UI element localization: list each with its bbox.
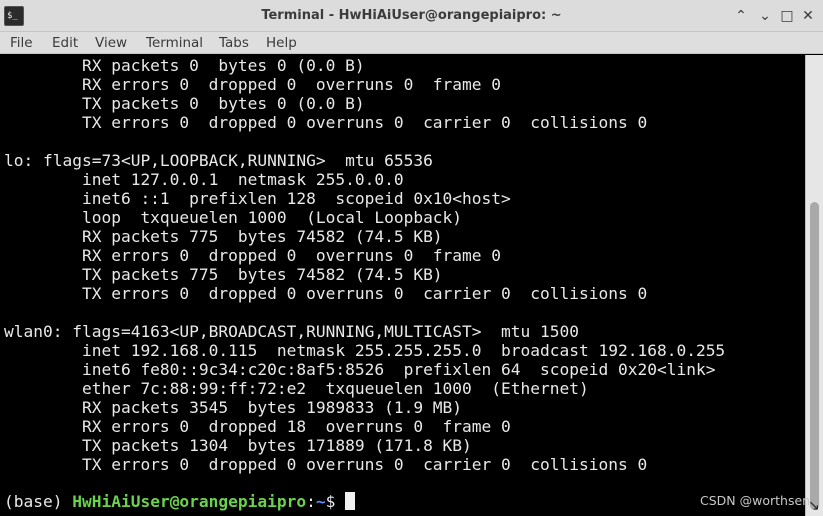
watermark: CSDN @worthsen (700, 493, 811, 508)
window-title: Terminal - HwHiAiUser@orangepiaipro: ~ (261, 8, 562, 23)
shell-prompt[interactable]: (base) HwHiAiUser@orangepiaipro:~$ (4, 492, 356, 511)
prompt-user-host: HwHiAiUser@orangepiaipro (72, 492, 307, 511)
menu-edit[interactable]: Edit (52, 34, 78, 52)
vertical-scrollbar[interactable] (805, 55, 823, 516)
prompt-symbol: $ (325, 492, 346, 511)
terminal-line: RX errors 0 dropped 0 overruns 0 frame 0 (4, 246, 502, 265)
menu-view[interactable]: View (95, 34, 127, 52)
terminal-line: TX errors 0 dropped 0 overruns 0 carrier… (4, 455, 648, 474)
terminal-line: TX packets 775 bytes 74582 (74.5 KB) (4, 265, 443, 284)
roll-up-icon[interactable]: ⌃ (732, 7, 750, 25)
menu-help[interactable]: Help (266, 34, 297, 52)
terminal-line: RX errors 0 dropped 18 overruns 0 frame … (4, 417, 511, 436)
minimize-icon[interactable]: ⌄ (756, 7, 774, 25)
terminal-line: lo: flags=73<UP,LOOPBACK,RUNNING> mtu 65… (4, 151, 433, 170)
resize-grip-icon[interactable]: ↘ (808, 498, 820, 514)
menu-tabs[interactable]: Tabs (219, 34, 249, 52)
terminal-line: TX errors 0 dropped 0 overruns 0 carrier… (4, 284, 648, 303)
terminal-line: RX packets 775 bytes 74582 (74.5 KB) (4, 227, 443, 246)
terminal-line: RX packets 3545 bytes 1989833 (1.9 MB) (4, 398, 463, 417)
close-icon[interactable]: ✕ (799, 7, 817, 25)
terminal-line: inet6 fe80::9c34:c20c:8af5:8526 prefixle… (4, 360, 716, 379)
title-bar: $_ Terminal - HwHiAiUser@orangepiaipro: … (0, 0, 823, 32)
terminal-line: RX packets 0 bytes 0 (0.0 B) (4, 56, 365, 75)
menu-bar: File Edit View Terminal Tabs Help (0, 32, 823, 54)
text-cursor (345, 492, 356, 510)
terminal-line: TX packets 1304 bytes 171889 (171.8 KB) (4, 436, 472, 455)
scrollbar-thumb[interactable] (810, 202, 819, 510)
terminal-output[interactable]: RX packets 0 bytes 0 (0.0 B) RX errors 0… (0, 55, 805, 516)
terminal-line: loop txqueuelen 1000 (Local Loopback) (4, 208, 463, 227)
terminal-line: inet 192.168.0.115 netmask 255.255.255.0… (4, 341, 726, 360)
terminal-line: wlan0: flags=4163<UP,BROADCAST,RUNNING,M… (4, 322, 579, 341)
terminal-line: TX packets 0 bytes 0 (0.0 B) (4, 94, 365, 113)
maximize-icon[interactable]: □ (778, 7, 796, 25)
terminal-line: inet6 ::1 prefixlen 128 scopeid 0x10<hos… (4, 189, 511, 208)
terminal-line: inet 127.0.0.1 netmask 255.0.0.0 (4, 170, 404, 189)
menu-terminal[interactable]: Terminal (146, 34, 203, 52)
prompt-path: ~ (315, 492, 326, 511)
menu-file[interactable]: File (10, 34, 33, 52)
terminal-line: TX errors 0 dropped 0 overruns 0 carrier… (4, 113, 648, 132)
terminal-line: RX errors 0 dropped 0 overruns 0 frame 0 (4, 75, 502, 94)
prompt-separator: : (306, 492, 316, 511)
conda-env: (base) (4, 492, 73, 511)
terminal-line: ether 7c:88:99:ff:72:e2 txqueuelen 1000 … (4, 379, 589, 398)
